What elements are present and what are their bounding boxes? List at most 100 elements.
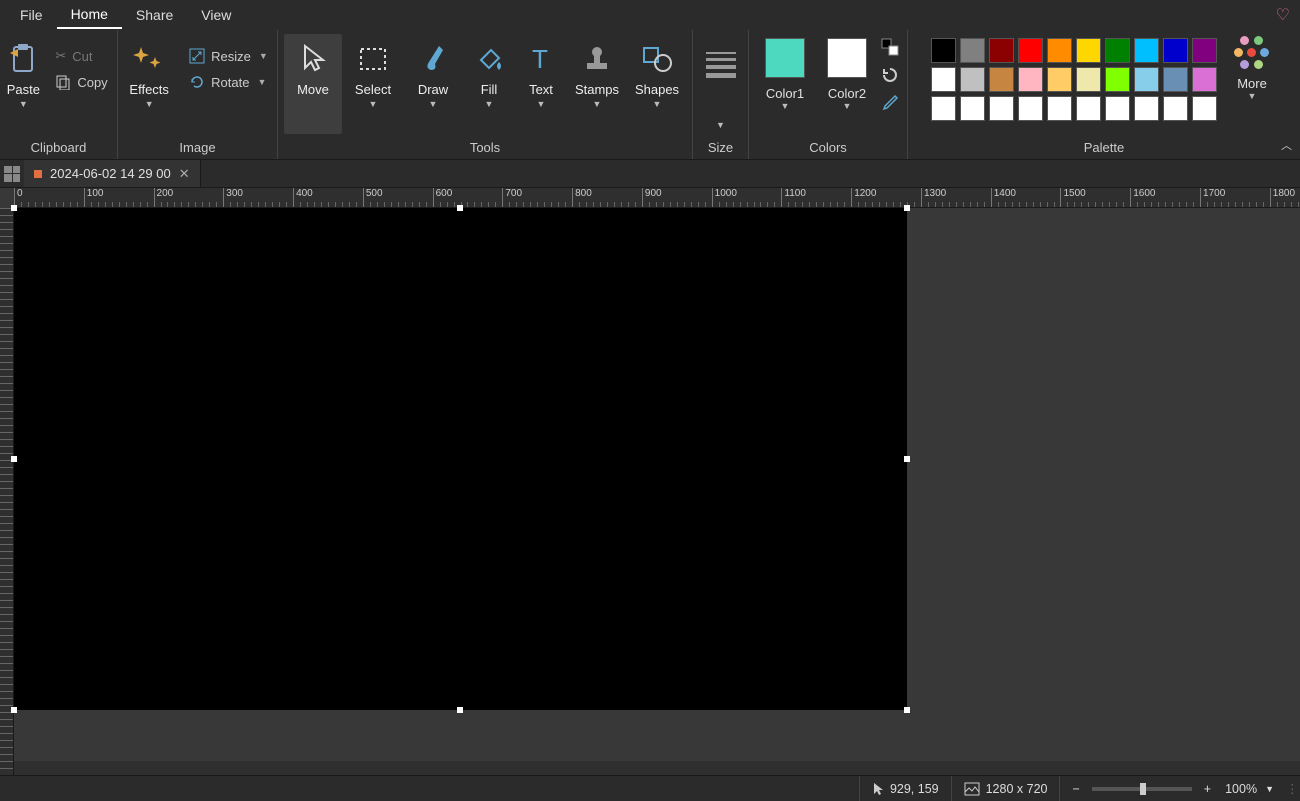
marquee-icon	[358, 40, 388, 78]
palette-color[interactable]	[1018, 38, 1043, 63]
color2-swatch	[827, 38, 867, 78]
palette-color[interactable]	[989, 96, 1014, 121]
resize-handle[interactable]	[11, 205, 17, 211]
cursor-icon	[299, 40, 327, 78]
color1-button[interactable]: Color1 ▼	[755, 34, 815, 111]
palette-color[interactable]	[1047, 96, 1072, 121]
eyedropper-icon[interactable]	[881, 94, 899, 112]
reset-colors-icon[interactable]	[881, 66, 899, 84]
palette-color[interactable]	[1018, 67, 1043, 92]
cursor-icon	[872, 782, 884, 796]
copy-button[interactable]: Copy	[47, 70, 115, 94]
size-button[interactable]: ▼	[699, 34, 743, 134]
select-tool[interactable]: Select ▼	[344, 34, 402, 134]
modified-indicator-icon	[34, 170, 42, 178]
svg-text:T: T	[532, 44, 548, 74]
move-tool[interactable]: Move	[284, 34, 342, 134]
menu-view[interactable]: View	[187, 2, 245, 28]
text-tool[interactable]: T Text ▼	[516, 34, 566, 134]
palette-color[interactable]	[931, 96, 956, 121]
palette-color[interactable]	[989, 67, 1014, 92]
menu-share[interactable]: Share	[122, 2, 187, 28]
stamps-tool[interactable]: Stamps ▼	[568, 34, 626, 134]
resize-button[interactable]: Resize ▼	[181, 44, 276, 68]
palette-color[interactable]	[1105, 96, 1130, 121]
canvas-dimensions: 1280 x 720	[951, 776, 1060, 801]
menu-home[interactable]: Home	[57, 1, 122, 29]
shapes-icon	[641, 40, 673, 78]
paste-button[interactable]: Paste ▼	[1, 34, 45, 134]
palette-color[interactable]	[1105, 38, 1130, 63]
document-name: 2024-06-02 14 29 00	[50, 166, 171, 181]
palette-color[interactable]	[1076, 38, 1101, 63]
bucket-icon	[473, 40, 505, 78]
palette-color[interactable]	[960, 38, 985, 63]
palette-color[interactable]	[931, 38, 956, 63]
image-icon	[964, 782, 980, 796]
draw-tool[interactable]: Draw ▼	[404, 34, 462, 134]
effects-button[interactable]: Effects ▼	[119, 34, 179, 134]
resize-handle[interactable]	[904, 456, 910, 462]
collapse-ribbon-button[interactable]: ︿	[1281, 137, 1292, 153]
palette-color[interactable]	[1163, 38, 1188, 63]
brush-icon	[419, 40, 447, 78]
canvas[interactable]	[14, 208, 907, 710]
horizontal-scrollbar[interactable]	[14, 761, 1300, 775]
zoom-out-button[interactable]: −	[1072, 782, 1079, 796]
chevron-down-icon: ▼	[259, 51, 268, 61]
resize-handle[interactable]	[904, 205, 910, 211]
cut-button[interactable]: ✂ Cut	[47, 44, 115, 68]
palette-color[interactable]	[1192, 67, 1217, 92]
menu-file[interactable]: File	[6, 2, 57, 28]
more-colors-button[interactable]: More ▼	[1227, 34, 1277, 101]
chevron-down-icon[interactable]: ▼	[1265, 784, 1274, 794]
resize-handle[interactable]	[457, 707, 463, 713]
palette-color[interactable]	[1018, 96, 1043, 121]
palette-color[interactable]	[1163, 96, 1188, 121]
palette-color[interactable]	[960, 96, 985, 121]
palette-color[interactable]	[1192, 96, 1217, 121]
heart-icon[interactable]: ♡	[1276, 5, 1290, 25]
clipboard-icon	[8, 40, 38, 78]
zoom-slider[interactable]	[1092, 787, 1192, 791]
fill-tool[interactable]: Fill ▼	[464, 34, 514, 134]
canvas-viewport[interactable]	[14, 208, 1300, 761]
palette-color[interactable]	[931, 67, 956, 92]
zoom-in-button[interactable]: +	[1204, 782, 1211, 796]
palette-color[interactable]	[1163, 67, 1188, 92]
resize-handle[interactable]	[11, 707, 17, 713]
shapes-tool[interactable]: Shapes ▼	[628, 34, 686, 134]
document-tab[interactable]: 2024-06-02 14 29 00 ✕	[24, 160, 201, 187]
palette-color[interactable]	[1134, 67, 1159, 92]
palette-color[interactable]	[1076, 96, 1101, 121]
size-group-label: Size	[708, 136, 733, 157]
color2-button[interactable]: Color2 ▼	[817, 34, 877, 111]
palette-color[interactable]	[1076, 67, 1101, 92]
zoom-level[interactable]: 100%	[1225, 782, 1257, 796]
palette-color[interactable]	[1192, 38, 1217, 63]
palette-color[interactable]	[1134, 38, 1159, 63]
resize-handle[interactable]	[11, 456, 17, 462]
color-palette	[931, 34, 1217, 121]
resize-grip-icon: ⋮⋮	[1286, 781, 1300, 796]
close-tab-button[interactable]: ✕	[179, 166, 190, 182]
chevron-down-icon: ▼	[653, 99, 662, 109]
cursor-position: 929, 159	[859, 776, 951, 801]
resize-handle[interactable]	[904, 707, 910, 713]
colors-group-label: Colors	[809, 136, 847, 157]
chevron-down-icon: ▼	[593, 99, 602, 109]
palette-color[interactable]	[1047, 67, 1072, 92]
palette-color[interactable]	[1134, 96, 1159, 121]
chevron-down-icon: ▼	[429, 99, 438, 109]
palette-color[interactable]	[989, 38, 1014, 63]
scissors-icon: ✂	[55, 48, 66, 64]
swap-colors-icon[interactable]	[881, 38, 899, 56]
line-weight-icon	[701, 40, 741, 90]
palette-color[interactable]	[1047, 38, 1072, 63]
resize-handle[interactable]	[457, 205, 463, 211]
window-grid-icon[interactable]	[4, 166, 20, 182]
chevron-down-icon: ▼	[257, 77, 266, 87]
palette-color[interactable]	[1105, 67, 1130, 92]
palette-color[interactable]	[960, 67, 985, 92]
rotate-button[interactable]: Rotate ▼	[181, 70, 276, 94]
